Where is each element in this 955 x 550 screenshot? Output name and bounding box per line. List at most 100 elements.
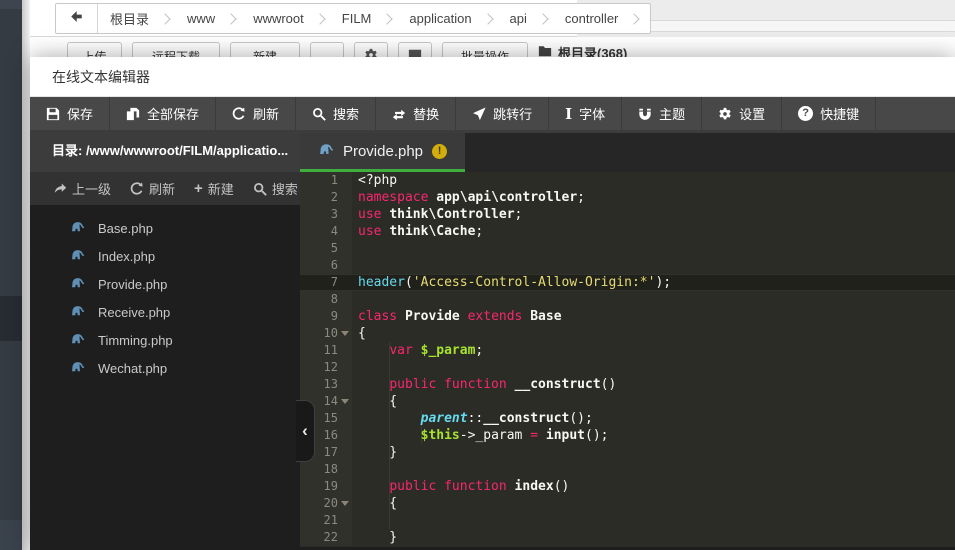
crumb-4[interactable]: application xyxy=(397,11,475,26)
crumb-2[interactable]: wwwroot xyxy=(241,11,308,26)
file-toolbar-terminal-button[interactable] xyxy=(398,42,432,57)
font-button[interactable]: I字体 xyxy=(549,97,622,130)
line-number-gutter[interactable]: 7 xyxy=(300,274,352,291)
file-toolbar-new-button[interactable]: 新建 xyxy=(230,42,300,57)
goto-line-button[interactable]: 跳转行 xyxy=(456,97,549,130)
tree-search-button[interactable]: 搜索 xyxy=(253,179,298,198)
crumb-6[interactable]: controller xyxy=(553,11,622,26)
sidebar-collapse-button[interactable]: ‹ xyxy=(296,400,315,462)
file-item-index-php[interactable]: Index.php xyxy=(30,242,300,270)
up-level-button[interactable]: 上一级 xyxy=(54,179,111,198)
code-line[interactable]: 22 } xyxy=(300,529,955,546)
line-number: 3 xyxy=(331,206,338,223)
button-label: 新建 xyxy=(253,48,277,58)
tree-refresh-button[interactable]: 刷新 xyxy=(130,179,175,198)
file-toolbar-settings-button[interactable] xyxy=(354,42,388,57)
code-text: { xyxy=(352,393,955,410)
line-number-gutter[interactable]: 2 xyxy=(300,189,352,206)
code-text: var $_param; xyxy=(352,342,955,359)
line-number-gutter[interactable]: 19 xyxy=(300,478,352,495)
code-editor[interactable]: 1 <?php2namespace app\api\controller;3use… xyxy=(300,172,955,547)
file-toolbar-batch-button[interactable]: 批量操作 xyxy=(442,42,528,57)
code-line[interactable]: 1 <?php xyxy=(300,172,955,189)
file-item-timming-php[interactable]: Timming.php xyxy=(30,326,300,354)
code-line[interactable]: 15 parent::__construct(); xyxy=(300,410,955,427)
file-item-provide-php[interactable]: Provide.php xyxy=(30,270,300,298)
file-item-wechat-php[interactable]: Wechat.php xyxy=(30,354,300,382)
sidebar-segment xyxy=(0,296,22,341)
code-line[interactable]: 12 xyxy=(300,359,955,376)
line-number: 1 xyxy=(331,172,338,189)
code-line[interactable]: 16 $this->_param = input(); xyxy=(300,427,955,444)
button-label: 搜索 xyxy=(272,179,298,198)
file-item-base-php[interactable]: Base.php xyxy=(30,214,300,242)
line-number-gutter[interactable]: 18 xyxy=(300,461,352,478)
file-item-receive-php[interactable]: Receive.php xyxy=(30,298,300,326)
line-number-gutter[interactable]: 10 xyxy=(300,325,352,342)
code-line[interactable]: 5 xyxy=(300,240,955,257)
crumb-1[interactable]: www xyxy=(175,11,219,26)
code-line[interactable]: 3use think\Controller; xyxy=(300,206,955,223)
editor-content: 目录: /www/wwwroot/FILM/applicatio... 上一级刷… xyxy=(30,130,955,550)
line-number-gutter[interactable]: 12 xyxy=(300,359,352,376)
line-number-gutter[interactable]: 5 xyxy=(300,240,352,257)
token: ); xyxy=(655,275,671,290)
theme-button[interactable]: 主题 xyxy=(622,97,702,130)
save-button[interactable]: 保存 xyxy=(30,97,110,130)
button-label: 刷新 xyxy=(149,179,175,198)
file-toolbar-remote-download-button[interactable]: 远程下载 xyxy=(132,42,220,57)
crumb-5[interactable]: api xyxy=(498,11,531,26)
settings-button[interactable]: 设置 xyxy=(702,97,782,130)
new-file-button[interactable]: +新建 xyxy=(194,179,234,198)
line-number-gutter[interactable]: 11 xyxy=(300,342,352,359)
save-all-button[interactable]: 全部保存 xyxy=(110,97,216,130)
fold-arrow-icon[interactable] xyxy=(341,501,349,506)
button-label: 远程下载 xyxy=(152,48,200,58)
code-line[interactable]: 14 { xyxy=(300,393,955,410)
code-line[interactable]: 17 } xyxy=(300,444,955,461)
code-line[interactable]: 4use think\Cache; xyxy=(300,223,955,240)
search-button[interactable]: 搜索 xyxy=(296,97,376,130)
code-line[interactable]: 13 public function __construct() xyxy=(300,376,955,393)
replace-button[interactable]: 替换 xyxy=(376,97,456,130)
line-number-gutter[interactable]: 13 xyxy=(300,376,352,393)
line-number-gutter[interactable]: 8 xyxy=(300,291,352,308)
token: ; xyxy=(475,343,483,358)
fold-arrow-icon[interactable] xyxy=(341,399,349,404)
line-number-gutter[interactable]: 21 xyxy=(300,512,352,529)
code-line[interactable]: 20 { xyxy=(300,495,955,512)
code-text: <?php xyxy=(352,172,955,189)
line-number-gutter[interactable]: 9 xyxy=(300,308,352,325)
code-line[interactable]: 18 xyxy=(300,461,955,478)
code-line[interactable]: 6 xyxy=(300,257,955,274)
button-label: 替换 xyxy=(413,104,439,123)
code-line[interactable]: 8 xyxy=(300,291,955,308)
back-button[interactable] xyxy=(56,4,98,33)
crumb-3[interactable]: FILM xyxy=(330,11,376,26)
code-line[interactable]: 7header('Access-Control-Allow-Origin:*')… xyxy=(300,274,955,291)
code-text: namespace app\api\controller; xyxy=(352,189,955,206)
file-toolbar-more-button[interactable] xyxy=(310,42,344,57)
line-number-gutter[interactable]: 1 xyxy=(300,172,352,189)
tab-provide-php[interactable]: Provide.php ! xyxy=(300,133,465,172)
line-number-gutter[interactable]: 3 xyxy=(300,206,352,223)
code-line[interactable]: 21 xyxy=(300,512,955,529)
code-line[interactable]: 11 var $_param; xyxy=(300,342,955,359)
fold-arrow-icon[interactable] xyxy=(341,331,349,336)
line-number-gutter[interactable]: 20 xyxy=(300,495,352,512)
code-line[interactable]: 19 public function index() xyxy=(300,478,955,495)
code-line[interactable]: 2namespace app\api\controller; xyxy=(300,189,955,206)
line-number: 7 xyxy=(331,274,338,291)
line-number-gutter[interactable]: 6 xyxy=(300,257,352,274)
refresh-button[interactable]: 刷新 xyxy=(216,97,296,130)
code-line[interactable]: 9class Provide extends Base xyxy=(300,308,955,325)
crumb-0[interactable]: 根目录 xyxy=(98,9,153,28)
button-label: 跳转行 xyxy=(493,104,532,123)
line-number-gutter[interactable]: 4 xyxy=(300,223,352,240)
file-toolbar-upload-button[interactable]: 上传 xyxy=(67,42,122,57)
code-text: } xyxy=(352,444,955,461)
hotkeys-button[interactable]: ?快捷键 xyxy=(782,97,876,130)
button-label: 上传 xyxy=(82,48,106,58)
code-line[interactable]: 10{ xyxy=(300,325,955,342)
line-number-gutter[interactable]: 22 xyxy=(300,529,352,546)
